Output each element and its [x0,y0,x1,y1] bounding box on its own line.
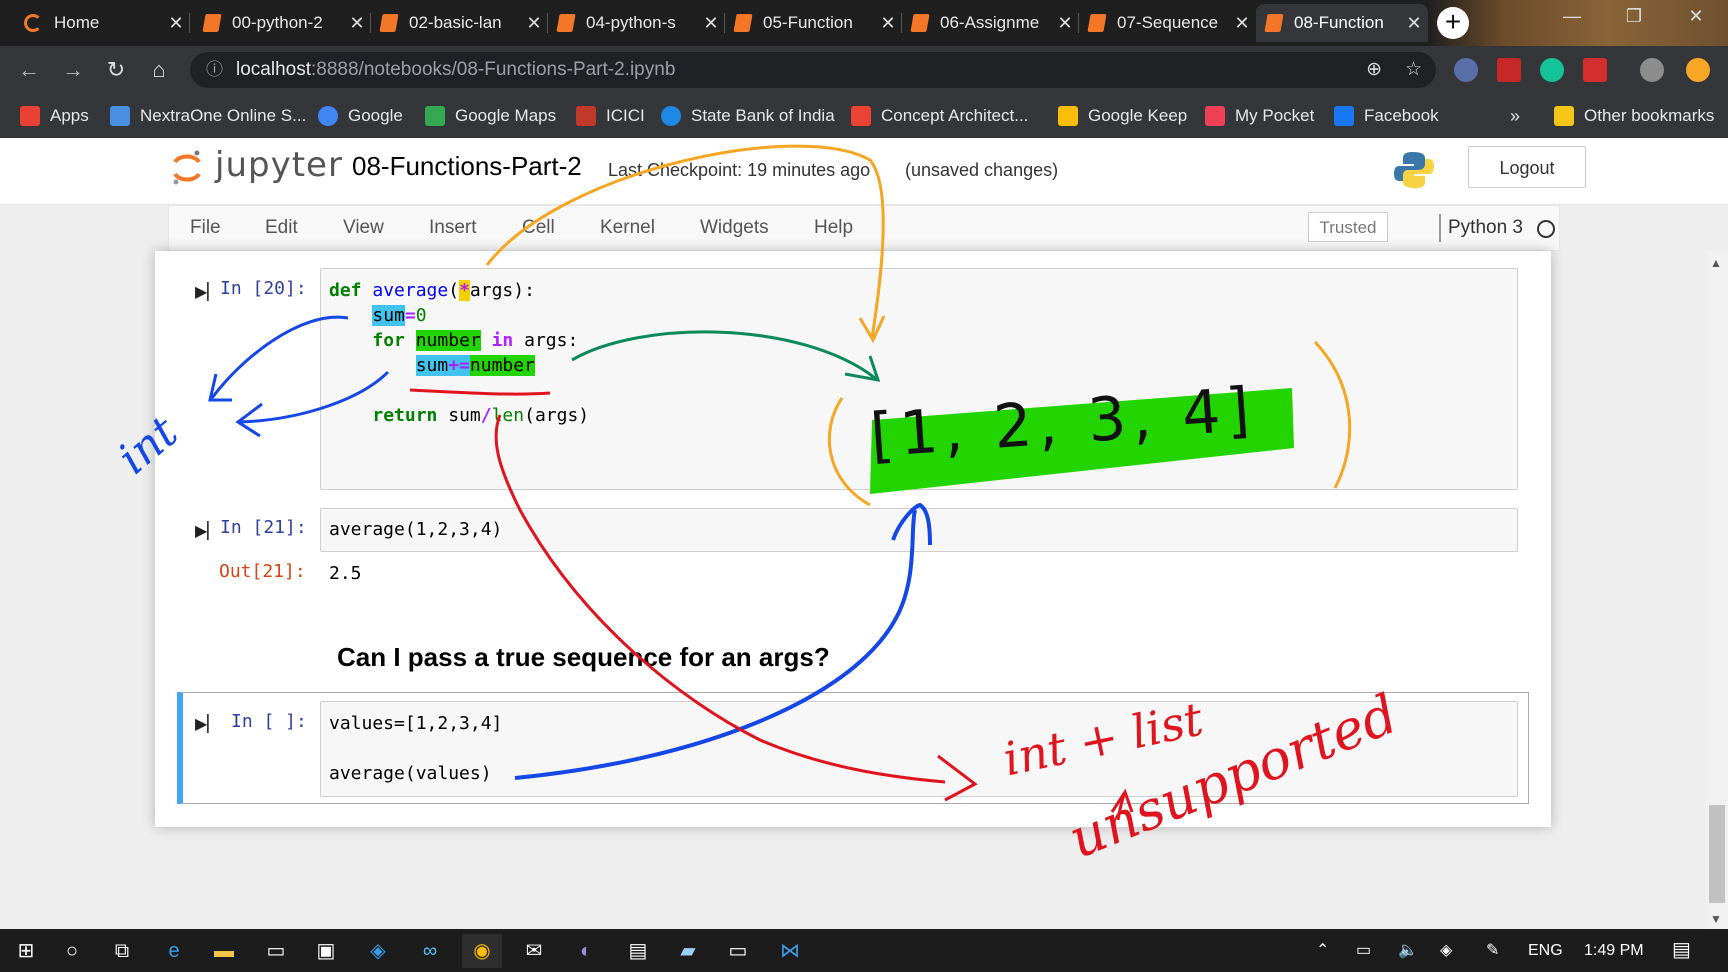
pen-icon[interactable]: ✎ [1486,929,1499,972]
search-icon[interactable]: ○ [52,934,92,968]
volume-icon[interactable]: 🔈 [1398,929,1418,972]
dropbox-tray-icon[interactable]: ◈ [1440,929,1452,972]
terminal-icon[interactable]: ▭ [256,934,296,968]
green-arrow [571,330,876,380]
notifications-icon[interactable]: ▤ [1672,929,1691,972]
dropbox-icon[interactable]: ◈ [358,934,398,968]
app-infinity-icon[interactable]: ∞ [410,934,450,968]
store-icon[interactable]: ▣ [306,934,346,968]
language-indicator[interactable]: ENG [1528,929,1563,972]
chrome-icon[interactable]: ◉ [462,934,502,968]
edge-icon[interactable]: e [154,934,194,968]
orange-arrowhead [858,315,886,344]
notes-app-icon[interactable]: ▰ [668,934,708,968]
annotation-overlay [208,144,1352,821]
orange-paren-left [827,397,871,507]
red-underline [409,388,551,396]
red-arrowhead [937,754,978,802]
battery-icon[interactable]: ▭ [1356,929,1371,972]
task-view-icon[interactable]: ⧉ [102,934,142,968]
blue-arrow-1 [210,315,349,399]
vscode-icon[interactable]: ⋈ [770,934,810,968]
network-app-icon[interactable]: ▤ [618,934,658,968]
orange-paren-right [1313,340,1352,489]
cmd-icon[interactable]: ▭ [718,934,758,968]
windows-start-icon[interactable]: ⊞ [6,934,46,968]
orange-arrow [485,144,885,339]
file-explorer-icon[interactable]: ▬ [204,934,244,968]
clock[interactable]: 1:49 PM [1584,929,1644,972]
eclipse-icon[interactable]: ◐ [566,934,606,968]
mail-icon[interactable]: ✉ [514,934,554,968]
blue-arrow-2 [239,370,390,424]
blue-arrow-3 [514,509,917,780]
tray-chevron-icon[interactable]: ⌃ [1316,929,1329,972]
